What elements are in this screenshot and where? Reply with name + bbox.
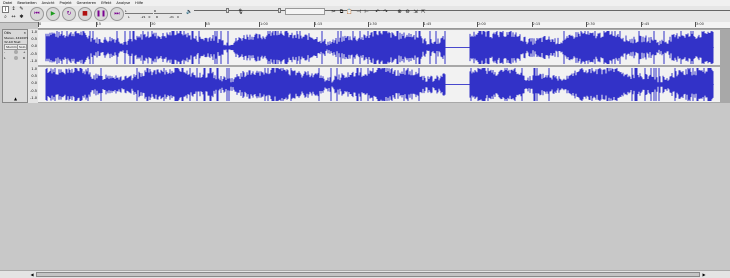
selection-tool-icon[interactable]: I: [2, 6, 9, 13]
playback-meter[interactable]: L: [125, 7, 153, 14]
ruler-tick-label: 2:30: [586, 22, 595, 27]
ruler-tick-label: 1:45: [422, 22, 432, 27]
microphone-icon: 🎙: [237, 9, 244, 15]
menu-item[interactable]: Analyse: [116, 1, 130, 5]
pause-icon[interactable]: ❚❚: [94, 7, 108, 21]
play-icon[interactable]: ▶: [46, 7, 60, 21]
menu-item[interactable]: Datei: [3, 1, 12, 5]
menu-item[interactable]: Hilfe: [135, 1, 143, 5]
skip-end-icon[interactable]: ⏭: [110, 7, 124, 21]
zoom-out-icon[interactable]: ⊖: [404, 9, 411, 16]
trim-icon[interactable]: ⊣: [355, 9, 362, 16]
silence-icon[interactable]: ⊢: [363, 9, 370, 16]
pan-left-label: L: [4, 56, 6, 60]
ruler-start-label: 0: [37, 22, 42, 27]
gain-slider[interactable]: [14, 50, 18, 54]
gain-plus-label: +: [23, 50, 26, 54]
scale-label: -0.5: [30, 88, 37, 93]
menu-item[interactable]: Projekt: [60, 1, 72, 5]
toolbar: I ↕ ✎ ⌕ ↔ ✱ ⏮ ▶ ↻ ■ ❚❚ ⏭ L R L -21 0 R -21 0 🔈 🎙 ✂…: [0, 6, 730, 23]
undo-icon[interactable]: ↶: [374, 9, 381, 16]
fit-selection-icon[interactable]: ⇲: [412, 9, 419, 16]
meter-right-label: R: [154, 9, 157, 13]
left-waveform: [45, 31, 714, 64]
ruler-tick-label: 1:30: [368, 22, 377, 27]
left-channel[interactable]: [38, 30, 720, 65]
menu-item[interactable]: Generieren: [77, 1, 97, 5]
record-meter[interactable]: R: [154, 7, 182, 14]
amplitude-scale: 1.0 0.5 0.0 -0.5 -1.0 1.0 0.5 0.0 -0.5 -1.0: [28, 29, 38, 103]
audio-track: Otis ✕ Stereo, 44100Hz 32-bit float Stum…: [0, 29, 730, 103]
scroll-left-icon[interactable]: ◀: [29, 272, 35, 277]
menu-item[interactable]: Ansicht: [42, 1, 55, 5]
scale-label: 1.0: [31, 67, 37, 71]
scroll-right-icon[interactable]: ▶: [701, 272, 707, 277]
ruler-tick-label: 30: [149, 22, 156, 27]
scale-label: 0.0: [31, 44, 37, 49]
fit-project-icon[interactable]: ⇱: [420, 9, 427, 16]
scale-label: -1.0: [30, 58, 37, 63]
stop-icon[interactable]: ■: [78, 7, 92, 21]
record-meter-scale: R -21 0: [156, 15, 179, 19]
track-name-menu[interactable]: Otis: [4, 31, 11, 35]
scale-label: 0.0: [31, 81, 37, 86]
draw-tool-icon[interactable]: ✎: [18, 6, 25, 13]
gain-minus-label: -: [4, 50, 6, 54]
ruler-tick-label: 15: [95, 22, 101, 27]
ruler-tick-label: 2:45: [640, 22, 650, 27]
record-volume-slider[interactable]: [246, 8, 730, 13]
scale-label: -0.5: [30, 51, 37, 56]
right-channel[interactable]: [38, 67, 720, 102]
scale-label: -1.0: [30, 95, 37, 100]
paste-icon[interactable]: 📋: [346, 9, 353, 16]
scale-label: 0.5: [31, 74, 37, 79]
track-control-panel: Otis ✕ Stereo, 44100Hz 32-bit float Stum…: [2, 29, 29, 103]
speaker-icon: 🔈: [186, 9, 193, 15]
multi-tool-icon[interactable]: ✱: [18, 14, 25, 21]
timeline-ruler[interactable]: 0 15 30 45 1:00 1:15 1:30 1:45 2:00 2:15 2:30 2:45…: [37, 22, 730, 29]
envelope-tool-icon[interactable]: ↕: [10, 6, 17, 13]
pan-right-label: R: [23, 56, 26, 60]
zoom-in-icon[interactable]: ⊕: [396, 9, 403, 16]
waveform-area[interactable]: [38, 29, 730, 103]
zoom-tool-icon[interactable]: ⌕: [2, 14, 9, 21]
meter-left-label: L: [125, 9, 127, 13]
ruler-tick-label: 3:00: [695, 22, 704, 27]
close-track-icon[interactable]: ✕: [23, 31, 26, 35]
copy-icon[interactable]: ⧉: [338, 9, 345, 16]
cut-icon[interactable]: ✂: [330, 9, 337, 16]
play-meter-scale: L -21 0: [128, 15, 151, 19]
scale-label: 1.0: [31, 30, 37, 34]
tools-toolbar: I ↕ ✎ ⌕ ↔ ✱: [2, 6, 26, 22]
timeshift-tool-icon[interactable]: ↔: [10, 14, 17, 21]
collapse-track-icon[interactable]: ▲: [14, 96, 17, 101]
scrollbar-thumb[interactable]: [36, 272, 700, 277]
scale-label: 0.5: [31, 37, 37, 42]
ruler-tick-label: 2:00: [477, 22, 486, 27]
ruler-tick-label: 1:15: [313, 22, 323, 27]
right-waveform: [45, 68, 714, 101]
skip-start-icon[interactable]: ⏮: [30, 7, 44, 21]
ruler-tick-label: 1:00: [259, 22, 268, 27]
ruler-tick-label: 45: [204, 22, 210, 27]
menu-item[interactable]: Effekt: [101, 1, 111, 5]
menu-item[interactable]: Bearbeiten: [17, 1, 36, 5]
loop-icon[interactable]: ↻: [62, 7, 76, 21]
pan-slider[interactable]: [14, 56, 18, 60]
playback-volume-slider[interactable]: [194, 8, 730, 13]
ruler-tick-label: 2:15: [531, 22, 541, 27]
input-device-select[interactable]: [285, 8, 325, 15]
redo-icon[interactable]: ↷: [382, 9, 389, 16]
transport-toolbar: ⏮ ▶ ↻ ■ ❚❚ ⏭: [30, 7, 124, 21]
